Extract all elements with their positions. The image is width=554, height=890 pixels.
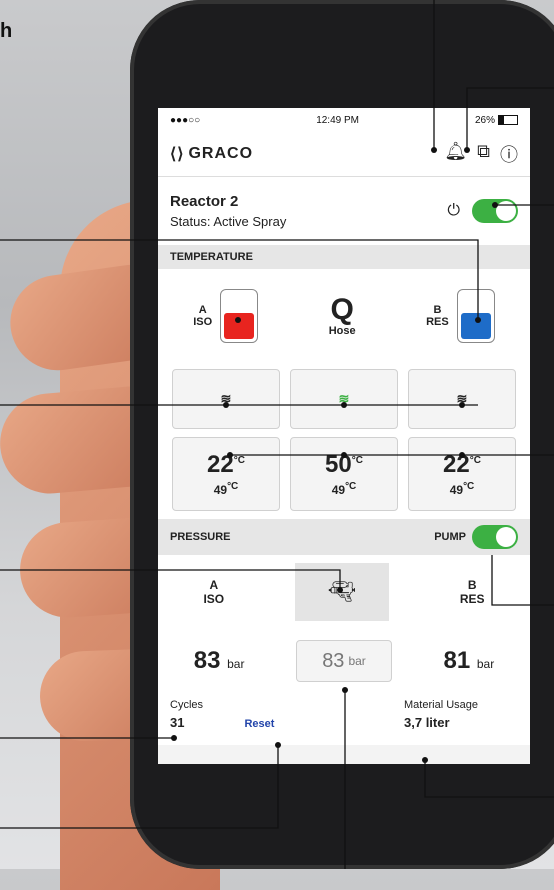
callout-line — [424, 760, 554, 798]
callout-line — [466, 87, 554, 150]
callout-dot — [341, 402, 347, 408]
callout-dot — [342, 687, 348, 693]
callout-dot — [337, 587, 343, 593]
callout-dot — [459, 452, 465, 458]
callout-dot — [431, 147, 437, 153]
callout-lines — [0, 0, 554, 869]
callout-dot — [464, 147, 470, 153]
callout-dot — [275, 742, 281, 748]
callout-dot — [459, 402, 465, 408]
callout-line — [0, 745, 279, 829]
callout-dot — [422, 757, 428, 763]
callout-dot — [341, 452, 347, 458]
callout-dot — [475, 317, 481, 323]
callout-dot — [492, 202, 498, 208]
callout-dot — [171, 735, 177, 741]
callout-line — [0, 569, 341, 590]
callout-line — [491, 555, 554, 606]
callout-line — [0, 239, 479, 320]
callout-dot — [227, 452, 233, 458]
callout-dot — [223, 402, 229, 408]
callout-dot — [235, 317, 241, 323]
